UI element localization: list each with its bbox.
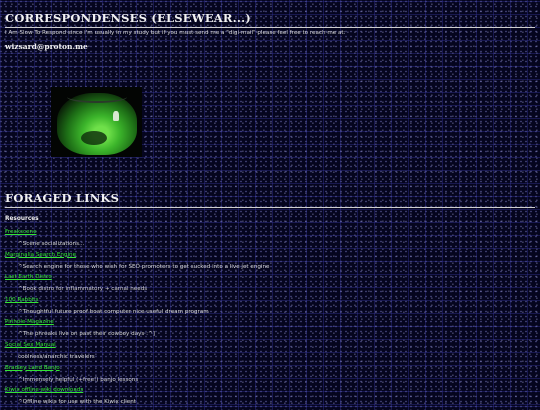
link-item: Bradley Laird Banjo ^Immensely helpful (… xyxy=(5,365,535,388)
link-item: 100 Rabbits ^Thoughtful future proof boa… xyxy=(5,297,535,320)
link-marginalia[interactable]: Marginalia Search Engine xyxy=(5,252,535,259)
correspondence-intro: I Am Slow To Respond since i'm usually i… xyxy=(5,30,346,36)
link-description: ^Immensely helpful (+free!) banjo lesson… xyxy=(18,376,139,383)
correspondence-heading: CORRESPONDENSES (ELSEWEAR...) xyxy=(5,11,535,28)
standing-figure xyxy=(113,111,119,121)
links-list: Freakscene ^Scene socializations... Marg… xyxy=(5,229,535,410)
ceiling-beam xyxy=(67,91,127,103)
link-freakscene[interactable]: Freakscene xyxy=(5,229,535,236)
link-description: ^Search engine for those who wish for SE… xyxy=(18,263,270,270)
link-description: ^Book distro for inflammatory + carnal n… xyxy=(18,286,148,293)
link-description: ^The phreaks live on past their cowboy d… xyxy=(18,331,155,338)
link-description: ^Offline wikis for use with the Kiwix cl… xyxy=(18,399,136,406)
link-last-earth-distro[interactable]: Last Earth Distro xyxy=(5,274,535,281)
link-pinhole-magazine[interactable]: Pinhole Magazine xyxy=(5,319,535,326)
link-social-sex-manual[interactable]: Social Sex Manual xyxy=(5,342,535,349)
link-100-rabbits[interactable]: 100 Rabbits xyxy=(5,297,535,304)
link-item: Social Sex Manual coolness/anarchic trav… xyxy=(5,342,535,365)
link-kiwix[interactable]: Kiwix offline wiki downloads xyxy=(5,387,535,394)
link-item: Freakscene ^Scene socializations... xyxy=(5,229,535,252)
contact-email: wizsard@proton.me xyxy=(5,42,88,51)
link-item: Last Earth Distro ^Book distro for infla… xyxy=(5,274,535,297)
link-description: ^Thoughtful future proof boat computer n… xyxy=(18,308,209,315)
resources-label: Resources xyxy=(5,216,39,222)
page: CORRESPONDENSES (ELSEWEAR...) I Am Slow … xyxy=(0,0,540,405)
link-description: coolness/anarchic travelers xyxy=(18,353,95,360)
link-bradley-laird-banjo[interactable]: Bradley Laird Banjo xyxy=(5,365,535,372)
link-item: Marginalia Search Engine ^Search engine … xyxy=(5,252,535,275)
link-item: Kiwix offline wiki downloads ^Offline wi… xyxy=(5,387,535,410)
study-photo xyxy=(51,87,142,157)
link-description: ^Scene socializations... xyxy=(18,241,85,247)
foraged-links-heading: FORAGED LINKS xyxy=(5,191,535,208)
floor-shadow xyxy=(81,131,107,145)
link-item: Pinhole Magazine ^The phreaks live on pa… xyxy=(5,319,535,342)
